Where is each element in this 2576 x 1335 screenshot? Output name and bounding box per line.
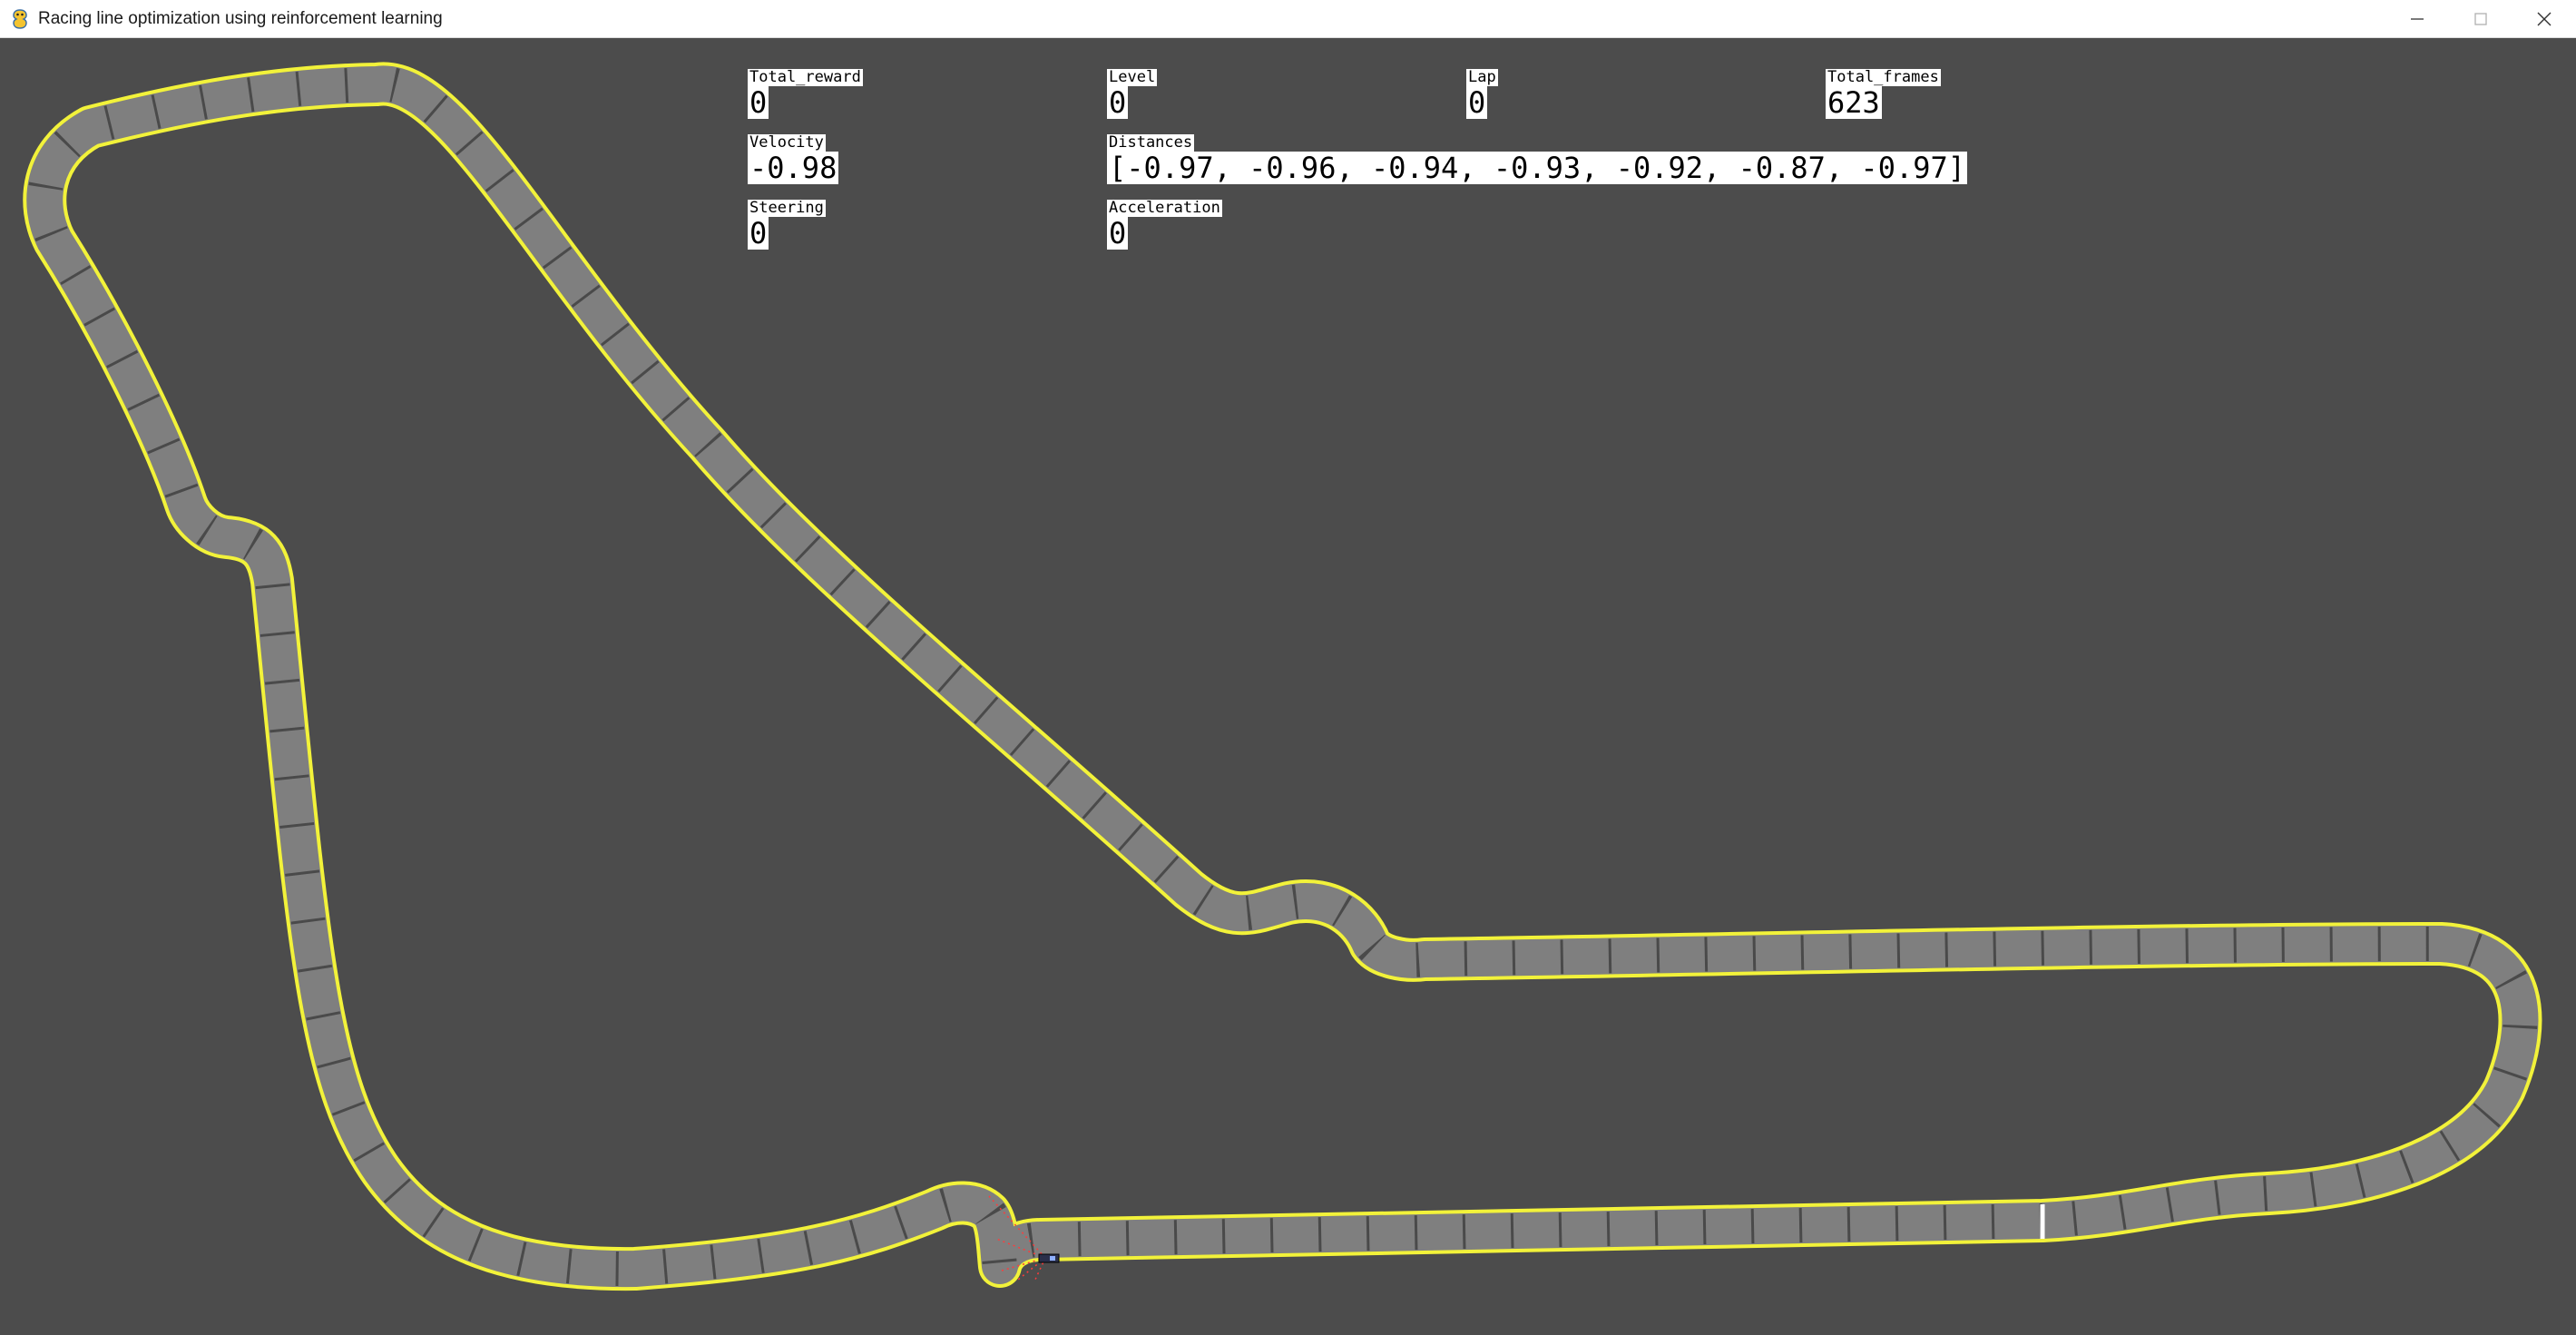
window-titlebar[interactable]: Racing line optimization using reinforce… (0, 0, 2576, 38)
maximize-button[interactable] (2449, 0, 2512, 38)
lap-value: 0 (1466, 85, 1488, 120)
level-label: Level (1107, 68, 1158, 86)
maximize-icon (2474, 13, 2487, 25)
total-frames-label: Total_frames (1826, 68, 1941, 86)
pygame-snake-icon (13, 9, 27, 29)
total-reward-label: Total_reward (748, 68, 863, 86)
track-stripes (27, 66, 2538, 1287)
close-icon (2537, 12, 2552, 26)
close-button[interactable] (2512, 0, 2576, 38)
track-surface (26, 65, 2539, 1288)
car-body (1038, 1253, 1060, 1263)
acceleration-label: Acceleration (1107, 199, 1222, 217)
velocity-value: -0.98 (748, 151, 839, 185)
race-track (23, 62, 2542, 1291)
steering-value: 0 (748, 216, 769, 250)
total-reward-value: 0 (748, 85, 769, 120)
window-title: Racing line optimization using reinforce… (38, 9, 443, 28)
game-canvas: Total_reward 0 Level 0 Lap 0 Total_frame… (0, 38, 2576, 1335)
level-value: 0 (1107, 85, 1129, 120)
total-frames-value: 623 (1826, 85, 1882, 120)
minimize-icon (2411, 18, 2424, 20)
lap-label: Lap (1466, 68, 1498, 86)
steering-label: Steering (748, 199, 826, 217)
distances-label: Distances (1107, 133, 1195, 152)
minimize-button[interactable] (2385, 0, 2449, 38)
track-edge (23, 62, 2542, 1291)
velocity-label: Velocity (748, 133, 826, 152)
car-window (1050, 1256, 1055, 1261)
distances-value: [-0.97, -0.96, -0.94, -0.93, -0.92, -0.8… (1107, 151, 1968, 185)
acceleration-value: 0 (1107, 216, 1129, 250)
